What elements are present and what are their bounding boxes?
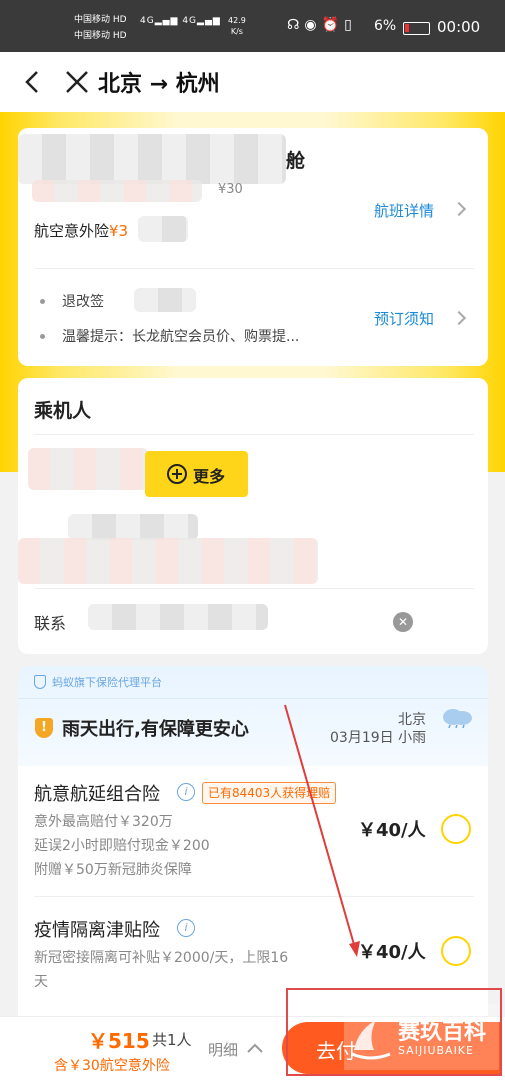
- refund-rule: 退改签: [62, 294, 104, 310]
- chevron-up-icon[interactable]: [246, 1041, 264, 1055]
- passenger-count: 共1人: [152, 1031, 192, 1049]
- battery-icon: [403, 22, 430, 35]
- product-detail: 新冠密接隔离可补贴￥2000/天，上限16: [34, 950, 289, 966]
- chevron-right-icon: [451, 310, 467, 326]
- cabin-label: 舱: [286, 150, 306, 172]
- tip-text: 温馨提示：长龙航空会员价、购票提...: [62, 329, 300, 345]
- booking-notice-link[interactable]: 预订须知: [374, 308, 434, 329]
- product-detail: 天: [34, 974, 48, 990]
- flight-details-link[interactable]: 航班详情: [374, 200, 434, 221]
- divider: [34, 268, 474, 269]
- product-detail: 延误2小时即赔付现金￥200: [34, 838, 210, 854]
- network-speed: 42.9 K/s: [228, 16, 246, 36]
- more-button-label: 更多: [193, 467, 226, 486]
- redacted-refund-info: [134, 288, 196, 312]
- shield-outline-icon: [34, 675, 46, 689]
- redacted-flight-info: [18, 134, 286, 184]
- divider: [18, 698, 488, 699]
- redacted-passenger-detail: [18, 538, 318, 584]
- watermark-logo-icon: [351, 1020, 391, 1060]
- info-icon[interactable]: i: [177, 783, 195, 801]
- platform-note: 蚂蚁旗下保险代理平台: [52, 676, 162, 689]
- claims-badge: 已有84403人获得理赔: [202, 782, 337, 804]
- total-price: ￥515: [88, 1029, 150, 1053]
- redacted-contact: [88, 604, 268, 630]
- insurance-label: 航空意外险¥3: [34, 222, 129, 240]
- passenger-card: 乘机人 联系: [18, 378, 488, 654]
- nav-bar: 北京 → 杭州: [0, 52, 505, 112]
- product-price: ￥40/人: [358, 942, 426, 963]
- more-passengers-button[interactable]: 更多: [145, 451, 248, 497]
- redacted-insurance-amount: [138, 216, 188, 242]
- redacted-passenger-name: [28, 448, 148, 490]
- insurance-card: 蚂蚁旗下保险代理平台 ! 雨天出行,有保障更安心 北京 03月19日 小雨 航意…: [18, 666, 488, 1026]
- info-icon[interactable]: i: [177, 919, 195, 937]
- close-icon[interactable]: [62, 67, 92, 97]
- add-circle-icon: [167, 464, 187, 484]
- redacted-passenger-id: [68, 514, 198, 540]
- clear-icon[interactable]: ✕: [393, 612, 413, 632]
- weather-city: 北京: [398, 712, 426, 728]
- product-price: ￥40/人: [358, 820, 426, 841]
- battery-percent: 6%: [374, 18, 397, 34]
- system-icons: ☊◉⏰▯: [287, 17, 357, 33]
- watermark-brand: 赛玖百科: [398, 1020, 487, 1045]
- watermark-brand-en: SAIJIUBAIKE: [398, 1044, 474, 1057]
- insurance-headline: 雨天出行,有保障更安心: [62, 719, 249, 740]
- chevron-right-icon: [451, 201, 467, 217]
- product-detail: 附赠￥50万新冠肺炎保障: [34, 862, 192, 878]
- rain-cloud-icon: [443, 709, 472, 728]
- page-title: 北京 → 杭州: [98, 72, 220, 97]
- price-fragment: ¥30: [218, 182, 243, 197]
- carrier-labels: 中国移动 HD 中国移动 HD: [74, 15, 127, 41]
- clock: 00:00: [437, 18, 481, 36]
- weather-date: 03月19日 小雨: [330, 730, 427, 746]
- product-name: 航意航延组合险: [34, 784, 160, 805]
- warning-shield-icon: !: [35, 718, 53, 738]
- price-detail-toggle[interactable]: 明细: [208, 1039, 238, 1060]
- contact-label: 联系: [34, 614, 67, 633]
- status-bar: 中国移动 HD 中国移动 HD 4G▂▄▆ 4G▂▄▆ 42.9 K/s ☊◉⏰…: [0, 0, 505, 52]
- redacted-price-info: [32, 180, 202, 202]
- product-select-radio[interactable]: [441, 936, 471, 966]
- section-title: 乘机人: [34, 400, 92, 422]
- back-icon[interactable]: [18, 67, 48, 97]
- divider: [34, 588, 474, 589]
- flight-card: 舱 ¥30 航空意外险¥3 航班详情 退改签 温馨提示：长龙航空会员价、购票提.…: [18, 128, 488, 366]
- product-detail: 意外最高赔付￥320万: [34, 814, 173, 830]
- product-name: 疫情隔离津贴险: [34, 920, 160, 941]
- product-select-radio[interactable]: [441, 814, 471, 844]
- bullet-icon: [40, 334, 45, 339]
- divider: [34, 434, 474, 435]
- divider: [34, 896, 474, 897]
- insurance-included-note: 含￥30航空意外险: [54, 1058, 170, 1074]
- bullet-icon: [40, 299, 45, 304]
- signal-icon: 4G▂▄▆ 4G▂▄▆: [140, 16, 221, 26]
